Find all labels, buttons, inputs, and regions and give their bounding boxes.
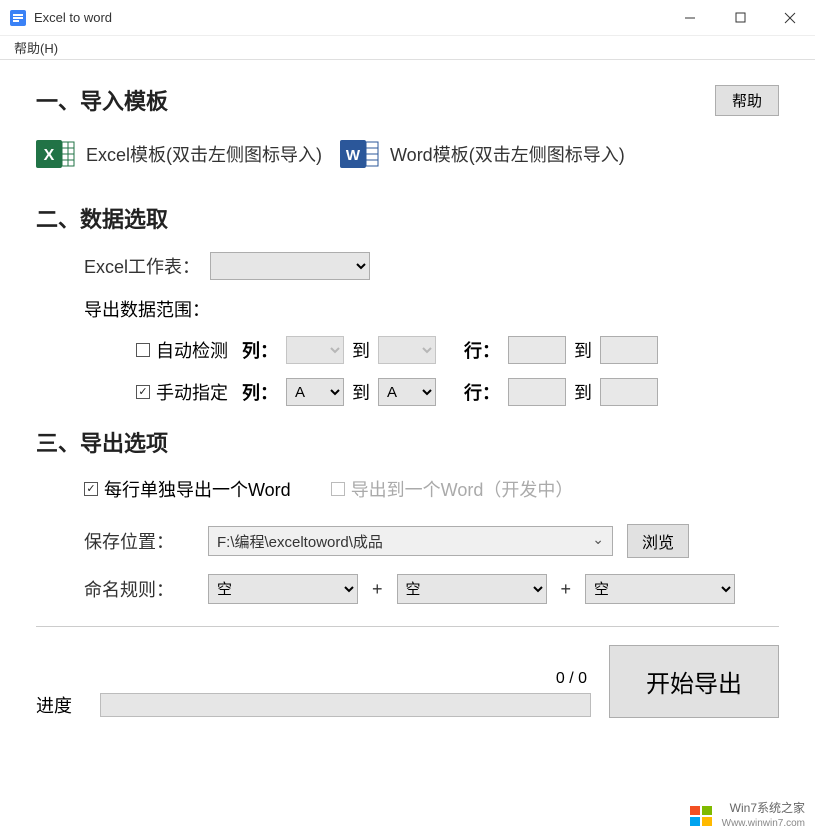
auto-row-from-input[interactable] — [508, 336, 566, 364]
menu-help[interactable]: 帮助(H) — [6, 36, 66, 59]
maximize-button[interactable] — [715, 0, 765, 35]
naming-part-2-select[interactable]: 空 — [397, 574, 547, 604]
auto-row-to-input[interactable] — [600, 336, 658, 364]
svg-text:W: W — [346, 147, 361, 164]
app-icon — [10, 10, 26, 26]
to-label-manual-row: 到 — [574, 379, 592, 405]
section3-title: 三、导出选项 — [36, 426, 168, 458]
single-word-label: 导出到一个Word（开发中） — [351, 476, 574, 502]
to-label-auto-col: 到 — [352, 337, 370, 363]
worksheet-select[interactable] — [210, 252, 370, 280]
excel-icon[interactable]: X — [36, 134, 76, 174]
manual-spec-checkbox[interactable]: 手动指定 — [136, 379, 228, 405]
svg-text:X: X — [44, 147, 55, 164]
naming-label: 命名规则： — [84, 576, 194, 602]
save-location-value: F:\编程\exceltoword\成品 — [217, 531, 383, 552]
save-location-select[interactable]: F:\编程\exceltoword\成品 — [208, 526, 613, 556]
watermark: Win7系统之家 Www.winwin7.com — [688, 801, 805, 830]
divider — [36, 626, 779, 627]
progress-label: 进度 — [36, 692, 86, 718]
menubar: 帮助(H) — [0, 36, 815, 60]
range-label: 导出数据范围： — [84, 296, 779, 322]
progress-count: 0 / 0 — [36, 670, 591, 688]
manual-row-from-input[interactable] — [508, 378, 566, 406]
single-word-checkbox: 导出到一个Word（开发中） — [331, 476, 574, 502]
to-label-auto-row: 到 — [574, 337, 592, 363]
manual-col-from-select[interactable]: A — [286, 378, 344, 406]
to-label-manual-col: 到 — [352, 379, 370, 405]
col-label-auto: 列： — [242, 337, 278, 363]
manual-col-to-select[interactable]: A — [378, 378, 436, 406]
watermark-line2: Www.winwin7.com — [722, 817, 805, 830]
col-label-manual: 列： — [242, 379, 278, 405]
word-icon[interactable]: W — [340, 134, 380, 174]
windows-flag-icon — [688, 802, 716, 830]
row-label-auto: 行： — [464, 337, 500, 363]
save-location-label: 保存位置： — [84, 528, 194, 554]
progress-bar — [100, 693, 591, 717]
word-template-label: Word模板(双击左侧图标导入) — [390, 141, 625, 167]
auto-detect-label: 自动检测 — [156, 337, 228, 363]
section1-title: 一、导入模板 — [36, 84, 168, 116]
manual-row-to-input[interactable] — [600, 378, 658, 406]
auto-col-from-select — [286, 336, 344, 364]
watermark-line1: Win7系统之家 — [730, 801, 805, 815]
row-label-manual: 行： — [464, 379, 500, 405]
section2-title: 二、数据选取 — [36, 202, 168, 234]
titlebar: Excel to word — [0, 0, 815, 36]
close-button[interactable] — [765, 0, 815, 35]
help-button[interactable]: 帮助 — [715, 85, 779, 116]
plus-2: + — [561, 579, 572, 600]
window-title: Excel to word — [34, 10, 665, 25]
worksheet-label: Excel工作表： — [84, 253, 200, 279]
each-row-label: 每行单独导出一个Word — [104, 476, 291, 502]
minimize-button[interactable] — [665, 0, 715, 35]
window-controls — [665, 0, 815, 35]
auto-detect-checkbox[interactable]: 自动检测 — [136, 337, 228, 363]
browse-button[interactable]: 浏览 — [627, 524, 689, 558]
each-row-checkbox[interactable]: 每行单独导出一个Word — [84, 476, 291, 502]
auto-col-to-select — [378, 336, 436, 364]
start-export-button[interactable]: 开始导出 — [609, 645, 779, 718]
excel-template-label: Excel模板(双击左侧图标导入) — [86, 141, 322, 167]
plus-1: + — [372, 579, 383, 600]
naming-part-1-select[interactable]: 空 — [208, 574, 358, 604]
naming-part-3-select[interactable]: 空 — [585, 574, 735, 604]
manual-spec-label: 手动指定 — [156, 379, 228, 405]
